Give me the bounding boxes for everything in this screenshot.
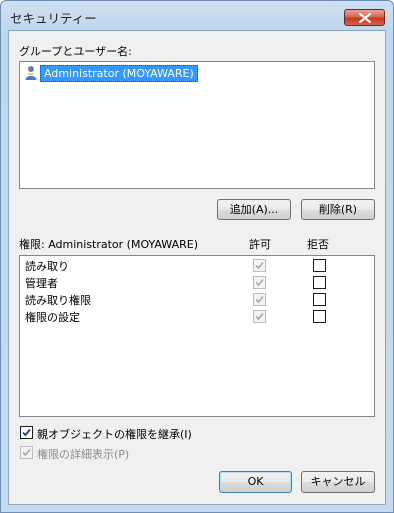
list-item[interactable]: Administrator (MOYAWARE) bbox=[24, 64, 198, 82]
inherit-label[interactable]: 親オブジェクトの権限を継承(I) bbox=[37, 426, 192, 442]
permission-name: 管理者 bbox=[25, 277, 58, 290]
remove-button[interactable]: 削除(R) bbox=[301, 199, 375, 220]
permission-name: 権限の設定 bbox=[25, 311, 80, 324]
ok-button[interactable]: OK bbox=[219, 471, 292, 493]
cancel-button[interactable]: キャンセル bbox=[301, 471, 375, 493]
check-icon bbox=[22, 448, 31, 457]
check-icon bbox=[255, 261, 264, 270]
check-icon bbox=[255, 295, 264, 304]
user-icon bbox=[24, 65, 38, 81]
security-dialog: セキュリティー グループとユーザー名: Administrator (MOYAW… bbox=[0, 0, 394, 513]
permission-name: 読み取り権限 bbox=[25, 294, 91, 307]
details-checkbox bbox=[20, 446, 33, 459]
allow-admin-checkbox bbox=[253, 276, 266, 289]
permissions-listbox[interactable]: 読み取り 管理者 読み取り権限 権限の設定 bbox=[19, 255, 375, 417]
groups-label: グループとユーザー名: bbox=[19, 45, 132, 58]
add-button[interactable]: 追加(A)... bbox=[217, 199, 291, 220]
inherit-checkbox[interactable] bbox=[20, 426, 33, 439]
deny-read-permissions-checkbox[interactable] bbox=[313, 293, 326, 306]
deny-column-header: 拒否 bbox=[307, 238, 329, 251]
close-icon bbox=[359, 13, 371, 23]
dialog-body: グループとユーザー名: Administrator (MOYAWARE) 追加(… bbox=[8, 30, 386, 505]
permission-row-admin: 管理者 bbox=[20, 274, 370, 291]
deny-set-permissions-checkbox[interactable] bbox=[313, 310, 326, 323]
check-icon bbox=[22, 428, 31, 437]
deny-admin-checkbox[interactable] bbox=[313, 276, 326, 289]
permission-name: 読み取り bbox=[25, 260, 69, 273]
details-label: 権限の詳細表示(P) bbox=[37, 448, 130, 461]
permissions-label: 権限: Administrator (MOYAWARE) bbox=[19, 238, 198, 251]
allow-read-checkbox bbox=[253, 259, 266, 272]
deny-read-checkbox[interactable] bbox=[313, 259, 326, 272]
window-title: セキュリティー bbox=[10, 11, 97, 26]
allow-read-permissions-checkbox bbox=[253, 293, 266, 306]
groups-listbox[interactable]: Administrator (MOYAWARE) bbox=[19, 61, 375, 189]
group-item-label: Administrator (MOYAWARE) bbox=[40, 64, 198, 82]
permission-row-read: 読み取り bbox=[20, 257, 370, 274]
allow-column-header: 許可 bbox=[249, 238, 271, 251]
close-button[interactable] bbox=[344, 9, 385, 26]
check-icon bbox=[255, 312, 264, 321]
allow-set-permissions-checkbox bbox=[253, 310, 266, 323]
check-icon bbox=[255, 278, 264, 287]
permission-row-read-permissions: 読み取り権限 bbox=[20, 291, 370, 308]
permission-row-set-permissions: 権限の設定 bbox=[20, 308, 370, 325]
title-bar[interactable]: セキュリティー bbox=[1, 1, 393, 29]
